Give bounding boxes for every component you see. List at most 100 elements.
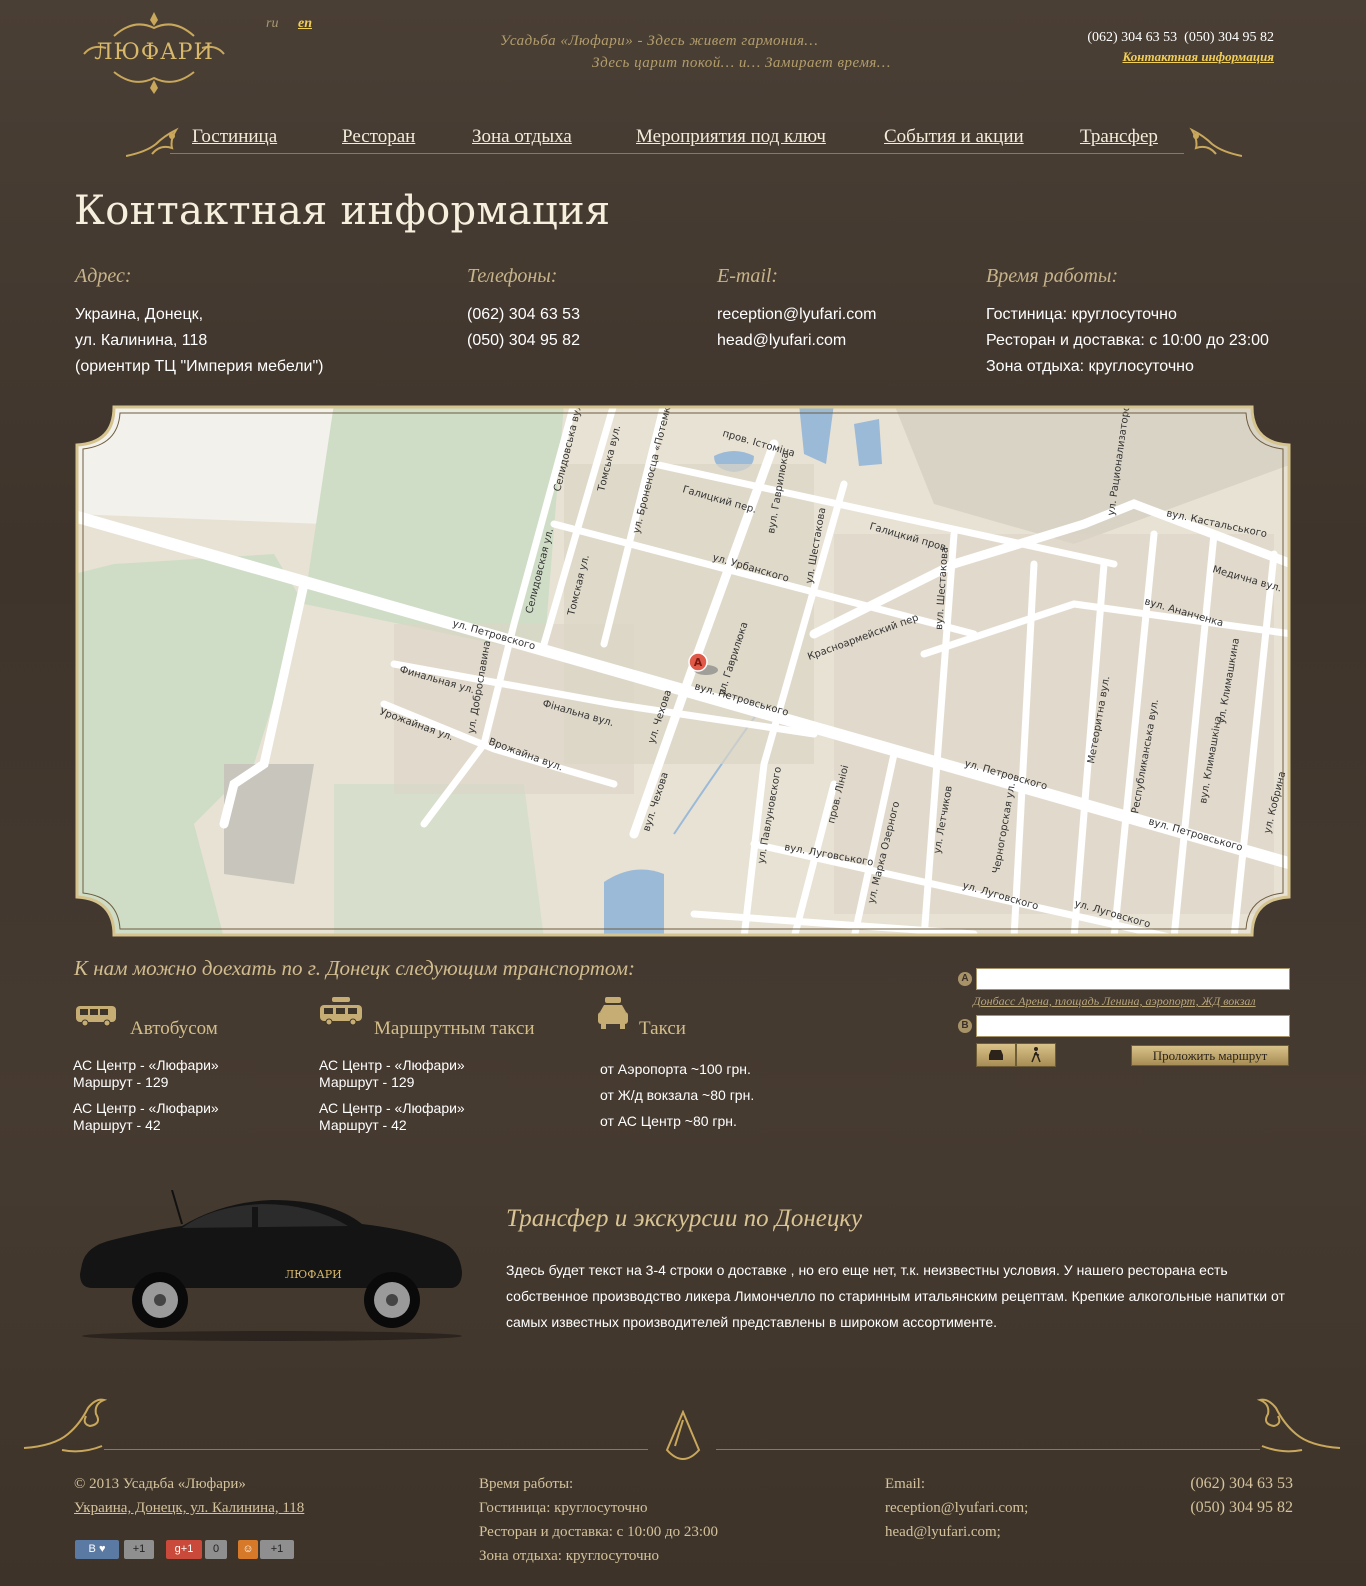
minibus-title: Маршрутным такси <box>374 1018 535 1039</box>
footer-ornament-left-icon <box>23 1398 108 1453</box>
phone-line: (050) 304 95 82 <box>467 332 580 349</box>
email-title: E-mail: <box>717 265 779 287</box>
lang-ru[interactable]: ru <box>266 16 278 32</box>
footer-phones: (062) 304 63 53 (050) 304 95 82 <box>1190 1472 1293 1520</box>
footer-email-line[interactable]: reception@lyufari.com; <box>885 1496 1028 1520</box>
header-contact-link[interactable]: Контактная информация <box>1122 49 1274 65</box>
minibus-route: АС Центр - «Люфари» Маршрут - 42 <box>319 1100 465 1134</box>
nav-ornament-right-icon <box>1189 127 1242 157</box>
route-badge-b: B <box>958 1019 972 1033</box>
footer-copyright: © 2013 Усадьба «Люфари» <box>74 1476 246 1492</box>
nav-ornament-left-icon <box>126 127 179 157</box>
car-icon <box>989 1050 1003 1060</box>
bus-icon <box>76 1006 116 1027</box>
header-phones: (062) 304 63 53 (050) 304 95 82 <box>1087 30 1274 45</box>
heart-icon: ♥ <box>98 1543 106 1555</box>
taxi-icon <box>598 997 628 1029</box>
email-line[interactable]: head@lyufari.com <box>717 328 876 354</box>
ok-count: +1 <box>260 1540 294 1559</box>
build-route-button[interactable]: Проложить маршрут <box>1131 1045 1289 1066</box>
car-image <box>80 1190 462 1341</box>
footer-divider-left <box>104 1449 648 1450</box>
hours-line: Гостиница: круглосуточно <box>986 306 1177 323</box>
nav-divider <box>170 153 1184 154</box>
vk-label: В <box>88 1543 96 1555</box>
email-block: reception@lyufari.com head@lyufari.com <box>717 302 876 354</box>
minibus-route-line: АС Центр - «Люфари» <box>319 1100 465 1116</box>
address-line: ул. Калинина, 118 <box>75 332 208 349</box>
minibus-route: АС Центр - «Люфари» Маршрут - 129 <box>319 1057 465 1091</box>
lang-en[interactable]: en <box>298 16 312 32</box>
bus-title: Автобусом <box>130 1018 218 1039</box>
phone-line: (062) 304 63 53 <box>467 306 580 323</box>
hours-block: Гостиница: круглосуточно Ресторан и дост… <box>986 302 1269 380</box>
slogan-line1: Усадьба «Люфари» - Здесь живет гармония… <box>500 33 819 49</box>
minibus-icon <box>320 997 362 1026</box>
gplus-count: 0 <box>205 1540 227 1559</box>
nav-item-events-promos[interactable]: События и акции <box>884 126 1024 148</box>
taxi-price-line: от АС Центр ~80 грн. <box>600 1113 737 1129</box>
address-block: Украина, Донецк, ул. Калинина, 118 (орие… <box>75 302 324 380</box>
route-mode-walk-button[interactable] <box>1016 1043 1056 1067</box>
address-title: Адрес: <box>75 265 132 287</box>
vk-like-button[interactable]: В ♥ <box>75 1540 119 1559</box>
nav-item-restaurant[interactable]: Ресторан <box>342 126 415 148</box>
map[interactable]: ул. Петровского вул. Петровського Финаль… <box>74 404 1292 938</box>
bus-route-line: АС Центр - «Люфари» <box>73 1100 219 1116</box>
footer-hours-line: Ресторан и доставка: с 10:00 до 23:00 <box>479 1524 719 1540</box>
address-line: (ориентир ТЦ "Империя мебели") <box>75 358 324 375</box>
gplus-button[interactable]: g+1 <box>166 1540 202 1559</box>
footer-divider-right <box>716 1449 1260 1450</box>
transfer-heading: Трансфер и экскурсии по Донецку <box>506 1205 863 1232</box>
hours-title: Время работы: <box>986 265 1119 287</box>
nav-item-transfer[interactable]: Трансфер <box>1080 126 1158 148</box>
vk-like-count: +1 <box>124 1540 154 1559</box>
hours-line: Зона отдыха: круглосуточно <box>986 358 1194 375</box>
footer-email-line[interactable]: head@lyufari.com; <box>885 1520 1028 1544</box>
footer-hours-title: Время работы: <box>479 1476 574 1492</box>
route-from-input[interactable] <box>976 968 1290 990</box>
phones-block: (062) 304 63 53 (050) 304 95 82 <box>467 302 580 354</box>
footer-hours-line: Гостиница: круглосуточно <box>479 1500 648 1516</box>
minibus-route-line: Маршрут - 42 <box>319 1117 407 1133</box>
map-marker-label: A <box>694 656 703 669</box>
transport-heading: К нам можно доехать по г. Донецк следующ… <box>74 956 636 980</box>
footer-monogram-icon <box>665 1410 701 1460</box>
hours-line: Ресторан и доставка: с 10:00 до 23:00 <box>986 332 1269 349</box>
taxi-price-line: от Аэропорта ~100 грн. <box>600 1061 751 1077</box>
car-logo: ЛЮФАРИ <box>285 1268 342 1281</box>
footer-emails: Email: reception@lyufari.com; head@lyufa… <box>885 1472 1028 1544</box>
email-line[interactable]: reception@lyufari.com <box>717 302 876 328</box>
transfer-text: Здесь будет текст на 3-4 строки о достав… <box>506 1262 1285 1330</box>
bus-route: АС Центр - «Люфари» Маршрут - 42 <box>73 1100 219 1134</box>
footer-hours-line: Зона отдыха: круглосуточно <box>479 1548 660 1564</box>
bus-route-line: Маршрут - 42 <box>73 1117 161 1133</box>
footer-email-title: Email: <box>885 1476 925 1492</box>
footer-hours: Время работы: Гостиница: круглосуточно Р… <box>479 1472 718 1568</box>
phones-title: Телефоны: <box>467 265 558 287</box>
route-hint[interactable]: Донбасс Арена, площадь Ленина, аэропорт,… <box>973 994 1256 1009</box>
odnoklassniki-icon: ☺ <box>242 1543 254 1555</box>
taxi-price-line: от Ж/д вокзала ~80 грн. <box>600 1087 755 1103</box>
minibus-route-line: АС Центр - «Люфари» <box>319 1057 465 1073</box>
slogan-line2: Здесь царит покой… и… Замирает время… <box>592 55 891 71</box>
nav-item-events-turnkey[interactable]: Мероприятия под ключ <box>636 126 826 148</box>
footer-address-link[interactable]: Украина, Донецк, ул. Калинина, 118 <box>74 1496 304 1520</box>
ok-button[interactable]: ☺ <box>238 1540 258 1559</box>
bus-route-line: Маршрут - 129 <box>73 1074 169 1090</box>
nav-item-rest-zone[interactable]: Зона отдыха <box>472 126 572 148</box>
route-mode-car-button[interactable] <box>976 1043 1016 1067</box>
logo[interactable]: ЛЮФАРИ <box>74 8 234 98</box>
route-to-input[interactable] <box>976 1015 1290 1037</box>
gplus-plus: +1 <box>180 1543 194 1555</box>
footer-phone-line: (062) 304 63 53 <box>1190 1475 1293 1492</box>
route-badge-a: A <box>958 972 972 986</box>
pedestrian-icon <box>1031 1047 1041 1063</box>
footer-phone-line: (050) 304 95 82 <box>1190 1499 1293 1516</box>
logo-text: ЛЮФАРИ <box>94 40 214 65</box>
footer-ornament-right-icon <box>1256 1398 1341 1453</box>
nav-item-hotel[interactable]: Гостиница <box>192 126 277 148</box>
minibus-route-line: Маршрут - 129 <box>319 1074 415 1090</box>
taxi-prices: от Аэропорта ~100 грн. от Ж/д вокзала ~8… <box>600 1056 754 1134</box>
address-line: Украина, Донецк, <box>75 306 204 323</box>
